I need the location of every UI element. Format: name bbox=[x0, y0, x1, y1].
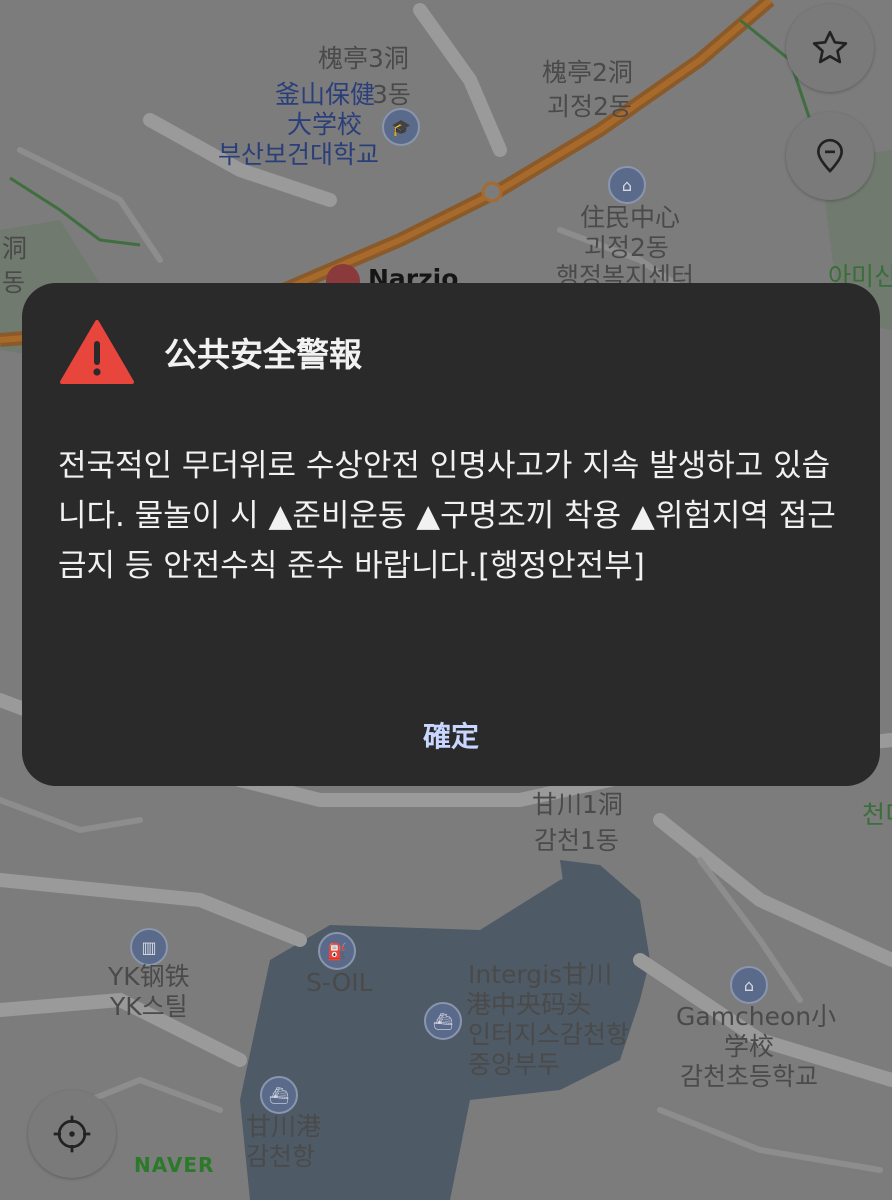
map-label: 釜山保健 bbox=[275, 80, 376, 109]
confirm-button[interactable]: 確定 bbox=[22, 715, 880, 755]
naver-logo: NAVER bbox=[134, 1153, 215, 1177]
alert-message: 전국적인 무더위로 수상안전 인명사고가 지속 발생하고 있습니다. 물놀이 시… bbox=[58, 448, 836, 584]
dialog-title: 公共安全警報 bbox=[164, 335, 362, 374]
map-label: 감천항 bbox=[246, 1142, 316, 1171]
location-pin-button[interactable] bbox=[786, 112, 874, 200]
industry-icon[interactable]: ▥ bbox=[130, 928, 168, 966]
map-label: 住民中心 bbox=[580, 203, 681, 232]
public-safety-alert-dialog: 公共安全警報 전국적인 무더위로 수상안전 인명사고가 지속 발생하고 있습니다… bbox=[22, 283, 880, 786]
crosshair-icon bbox=[53, 1115, 91, 1153]
map-label: YK스틸 bbox=[110, 992, 188, 1021]
favorite-button[interactable] bbox=[786, 4, 874, 92]
warning-icon bbox=[60, 320, 134, 384]
map-label: 천디 bbox=[862, 800, 892, 829]
map-label: YK钢铁 bbox=[108, 962, 190, 991]
map-label: 괴정2동 bbox=[547, 92, 632, 121]
dialog-header: 公共安全警報 bbox=[60, 319, 362, 385]
map-label: 괴정2동 bbox=[584, 233, 669, 262]
current-location-button[interactable] bbox=[28, 1090, 116, 1178]
map-label: S-OIL bbox=[306, 968, 373, 997]
map-label: 槐亭3洞 bbox=[318, 44, 409, 73]
map-label: 감천초등학교 bbox=[680, 1062, 819, 1091]
map-label: 槐亭2洞 bbox=[542, 58, 633, 87]
map-pin-icon bbox=[816, 138, 844, 173]
ship-icon[interactable]: ⛴ bbox=[424, 1002, 462, 1040]
map-label: Intergis甘川 bbox=[468, 960, 613, 989]
map-label: 港中央码头 bbox=[466, 990, 592, 1019]
star-icon bbox=[812, 30, 848, 64]
map-label: 감천1동 bbox=[534, 826, 619, 855]
map-label: 인터지스감천항 bbox=[468, 1020, 630, 1049]
map-label: 중앙부두 bbox=[468, 1050, 561, 1079]
government-office-icon[interactable]: ⌂ bbox=[608, 166, 646, 204]
map-label: Gamcheon小 bbox=[676, 1002, 837, 1031]
gas-station-icon[interactable]: ⛽ bbox=[318, 932, 356, 970]
school-icon[interactable]: 🎓 bbox=[382, 108, 420, 146]
map-label: 甘川港 bbox=[246, 1112, 322, 1141]
map-label: 부산보건대학교 bbox=[218, 140, 380, 169]
map-label: 동 bbox=[2, 268, 26, 297]
map-label: 洞 bbox=[2, 234, 28, 263]
map-label: 大学校 bbox=[287, 110, 363, 139]
map-label: 甘川1洞 bbox=[532, 790, 623, 819]
map-label: 学校 bbox=[724, 1032, 775, 1061]
port-icon[interactable]: ⛴ bbox=[260, 1076, 298, 1114]
school-icon[interactable]: ⌂ bbox=[730, 966, 768, 1004]
map-label: 3동 bbox=[372, 80, 411, 109]
